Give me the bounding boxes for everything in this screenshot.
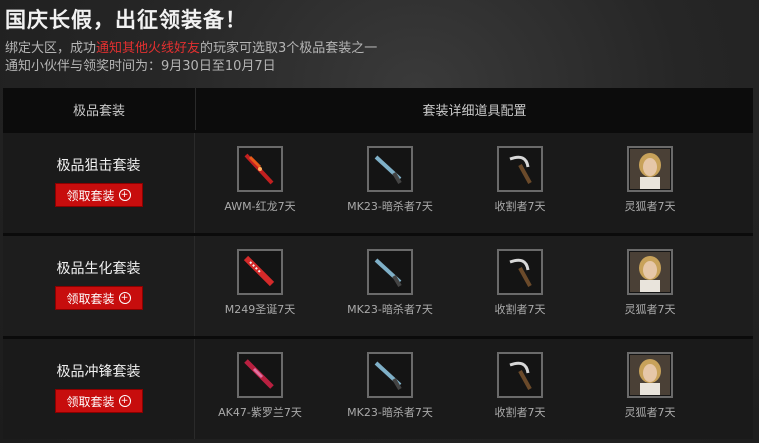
plus-circle-icon: + xyxy=(118,395,131,407)
item: MK23-暗杀者7天 xyxy=(325,133,455,233)
suit-cell: 极品生化套装 领取套装 + xyxy=(3,236,195,336)
items-cell: AWM-红龙7天 MK23-暗杀者7天 收割者7天 灵狐者7天 xyxy=(195,133,753,233)
description-line-1: 绑定大区，成功通知其他火线好友的玩家可选取3个极品套装之一 xyxy=(5,41,378,56)
item: MK23-暗杀者7天 xyxy=(325,236,455,336)
column-header-items: 套装详细道具配置 xyxy=(422,103,527,119)
table-row: 极品狙击套装 领取套装 + AWM-红龙7天 MK23-暗杀者7天 收割者7天 … xyxy=(3,130,753,233)
suit-name: 极品狙击套装 xyxy=(56,158,141,174)
assault-rifle-icon xyxy=(237,352,283,398)
item: 灵狐者7天 xyxy=(585,339,715,439)
page-title: 国庆长假，出征领装备！ xyxy=(5,7,247,32)
item: 收割者7天 xyxy=(455,339,585,439)
suit-cell: 极品冲锋套装 领取套装 + xyxy=(3,339,195,439)
item: 灵狐者7天 xyxy=(585,133,715,233)
item: MK23-暗杀者7天 xyxy=(325,339,455,439)
items-cell: M249圣诞7天 MK23-暗杀者7天 收割者7天 灵狐者7天 xyxy=(195,236,753,336)
machine-gun-icon xyxy=(237,249,283,295)
plus-circle-icon: + xyxy=(118,189,131,201)
description-line-2: 通知小伙伴与领奖时间为：9月30日至10月7日 xyxy=(5,59,276,74)
sickle-icon xyxy=(497,249,543,295)
pistol-icon xyxy=(367,146,413,192)
pistol-icon xyxy=(367,352,413,398)
item: AK47-紫罗兰7天 xyxy=(195,339,325,439)
item: AWM-红龙7天 xyxy=(195,133,325,233)
pistol-icon xyxy=(367,249,413,295)
items-cell: AK47-紫罗兰7天 MK23-暗杀者7天 收割者7天 灵狐者7天 xyxy=(195,339,753,439)
sickle-icon xyxy=(497,146,543,192)
table-header: 极品套装 套装详细道具配置 xyxy=(3,88,753,130)
claim-suit-button[interactable]: 领取套装 + xyxy=(54,183,143,207)
sniper-rifle-icon xyxy=(237,146,283,192)
character-portrait-icon xyxy=(627,352,673,398)
suit-table: 极品套装 套装详细道具配置 极品狙击套装 领取套装 + AWM-红龙7天 MK2 xyxy=(3,88,753,443)
column-header-suit: 极品套装 xyxy=(3,88,196,130)
table-row: 极品生化套装 领取套装 + M249圣诞7天 MK23-暗杀者7天 收割者7天 … xyxy=(3,233,753,336)
page-header: 国庆长假，出征领装备！ 绑定大区，成功通知其他火线好友的玩家可选取3个极品套装之… xyxy=(5,4,377,76)
notify-friends-highlight: 通知其他火线好友 xyxy=(96,41,201,56)
table-row: 极品冲锋套装 领取套装 + AK47-紫罗兰7天 MK23-暗杀者7天 收割者7… xyxy=(3,336,753,439)
character-portrait-icon xyxy=(627,146,673,192)
claim-suit-button[interactable]: 领取套装 + xyxy=(54,286,143,310)
item: M249圣诞7天 xyxy=(195,236,325,336)
claim-suit-button[interactable]: 领取套装 + xyxy=(54,389,143,413)
suit-name: 极品生化套装 xyxy=(56,261,141,277)
sickle-icon xyxy=(497,352,543,398)
character-portrait-icon xyxy=(627,249,673,295)
item: 收割者7天 xyxy=(455,133,585,233)
suit-cell: 极品狙击套装 领取套装 + xyxy=(3,133,195,233)
item: 灵狐者7天 xyxy=(585,236,715,336)
item: 收割者7天 xyxy=(455,236,585,336)
plus-circle-icon: + xyxy=(118,292,131,304)
suit-name: 极品冲锋套装 xyxy=(56,364,141,380)
